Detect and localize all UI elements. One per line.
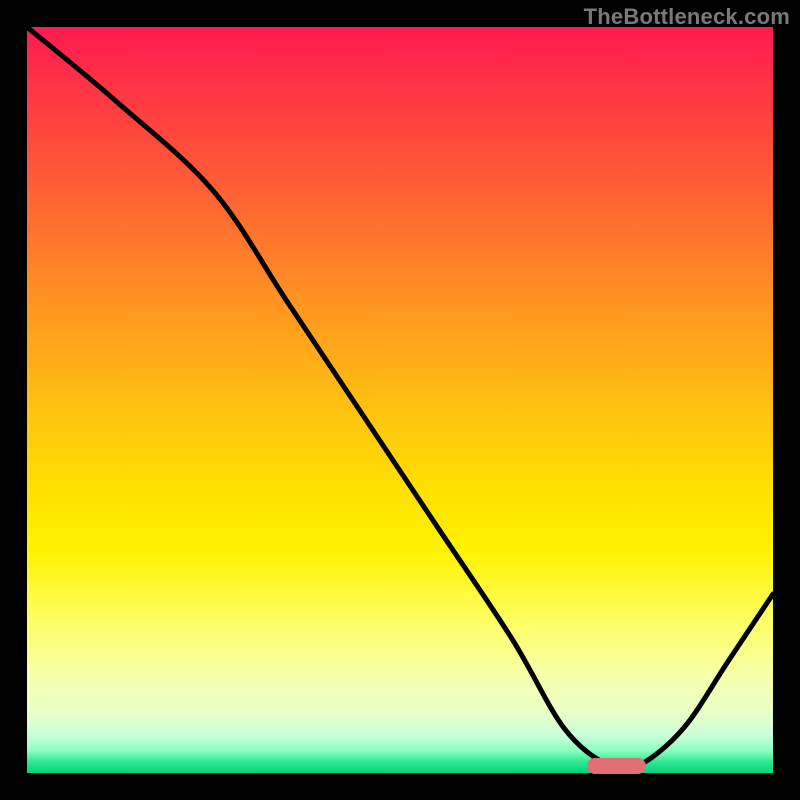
optimum-marker [587,758,647,774]
bottleneck-curve [27,27,773,773]
chart-plot-area [27,27,773,773]
